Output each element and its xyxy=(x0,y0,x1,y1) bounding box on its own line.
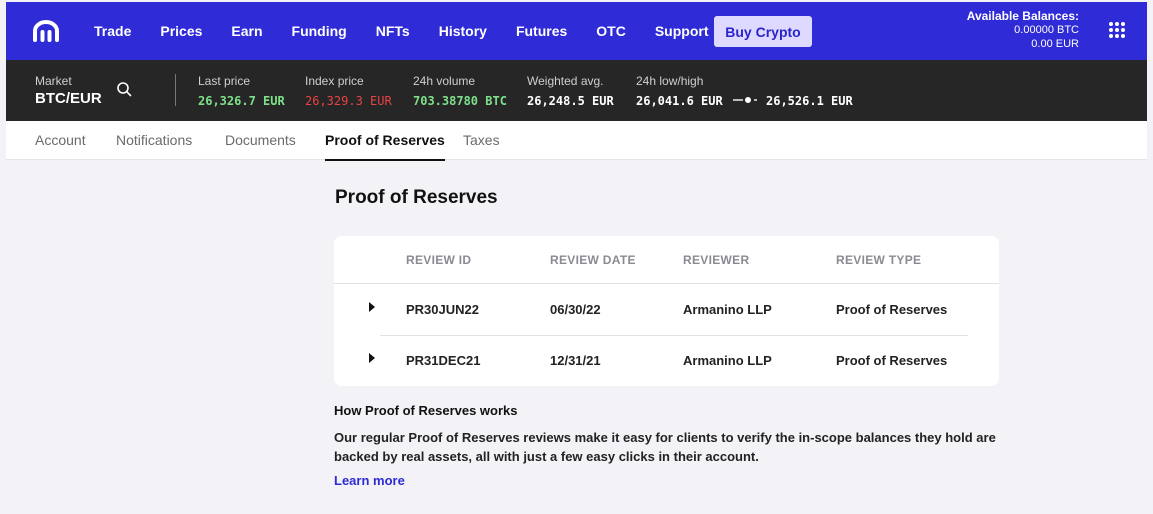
cell-review-type: Proof of Reserves xyxy=(836,302,948,317)
cell-review-id: PR30JUN22 xyxy=(406,302,479,317)
account-subtabs: Account Notifications Documents Proof of… xyxy=(6,121,1147,161)
column-header-review-date: REVIEW DATE xyxy=(550,253,636,267)
how-it-works-text: Our regular Proof of Reserves reviews ma… xyxy=(334,430,996,464)
how-it-works-heading: How Proof of Reserves works xyxy=(334,403,518,418)
cell-review-date: 06/30/22 xyxy=(550,302,601,317)
nav-support[interactable]: Support xyxy=(655,23,709,39)
tab-proof-of-reserves[interactable]: Proof of Reserves xyxy=(325,132,445,161)
low-high-label: 24h low/high xyxy=(636,74,704,88)
kraken-logo-icon[interactable] xyxy=(33,20,59,42)
tab-documents[interactable]: Documents xyxy=(225,132,296,148)
tab-account[interactable]: Account xyxy=(35,132,86,148)
cell-review-id: PR31DEC21 xyxy=(406,353,481,368)
balance-btc: 0.00000 BTC xyxy=(1014,24,1079,36)
expand-arrow-icon[interactable] xyxy=(369,302,375,312)
tab-taxes[interactable]: Taxes xyxy=(463,132,500,148)
market-divider xyxy=(175,74,176,106)
search-icon[interactable] xyxy=(116,81,132,97)
range-indicator-icon xyxy=(733,97,757,103)
market-pair-selector[interactable]: BTC/EUR xyxy=(35,90,102,107)
last-price-value: 26,326.7 EUR xyxy=(198,94,285,108)
cell-review-date: 12/31/21 xyxy=(550,353,601,368)
column-header-review-id: REVIEW ID xyxy=(406,253,472,267)
expand-arrow-icon[interactable] xyxy=(369,353,375,363)
buy-crypto-button[interactable]: Buy Crypto xyxy=(714,16,812,47)
cell-reviewer: Armanino LLP xyxy=(683,353,772,368)
balances-title: Available Balances: xyxy=(966,9,1079,23)
nav-history[interactable]: History xyxy=(439,23,487,39)
nav-earn[interactable]: Earn xyxy=(231,23,262,39)
column-header-review-type: REVIEW TYPE xyxy=(836,253,922,267)
nav-links: Trade Prices Earn Funding NFTs History F… xyxy=(94,2,738,60)
available-balances[interactable]: Available Balances: 0.00000 BTC 0.00 EUR xyxy=(967,9,1079,51)
column-header-reviewer: REVIEWER xyxy=(683,253,750,267)
page-title: Proof of Reserves xyxy=(335,187,498,208)
top-navigation: Trade Prices Earn Funding NFTs History F… xyxy=(6,2,1147,60)
volume-value: 703.38780 BTC xyxy=(413,94,507,108)
nav-trade[interactable]: Trade xyxy=(94,23,131,39)
cell-reviewer: Armanino LLP xyxy=(683,302,772,317)
tab-notifications[interactable]: Notifications xyxy=(116,132,192,148)
last-price-label: Last price xyxy=(198,74,251,88)
row-divider xyxy=(380,335,968,336)
reviews-table: REVIEW ID REVIEW DATE REVIEWER REVIEW TY… xyxy=(334,236,999,386)
weighted-avg-label: Weighted avg. xyxy=(527,74,604,88)
nav-prices[interactable]: Prices xyxy=(160,23,202,39)
app-grid-icon[interactable] xyxy=(1109,22,1125,38)
nav-otc[interactable]: OTC xyxy=(596,23,626,39)
nav-funding[interactable]: Funding xyxy=(292,23,347,39)
balance-eur: 0.00 EUR xyxy=(1031,38,1079,50)
index-price-value: 26,329.3 EUR xyxy=(305,94,392,108)
cell-review-type: Proof of Reserves xyxy=(836,353,948,368)
header-divider xyxy=(334,283,999,284)
nav-futures[interactable]: Futures xyxy=(516,23,567,39)
high-value: 26,526.1 EUR xyxy=(766,94,853,108)
low-value: 26,041.6 EUR xyxy=(636,94,723,108)
learn-more-link[interactable]: Learn more xyxy=(334,473,405,488)
index-price-label: Index price xyxy=(305,74,364,88)
market-bar: Market BTC/EUR Last price 26,326.7 EUR I… xyxy=(6,60,1147,121)
nav-nfts[interactable]: NFTs xyxy=(376,23,410,39)
weighted-avg-value: 26,248.5 EUR xyxy=(527,94,614,108)
market-label: Market xyxy=(35,74,72,88)
volume-label: 24h volume xyxy=(413,74,476,88)
